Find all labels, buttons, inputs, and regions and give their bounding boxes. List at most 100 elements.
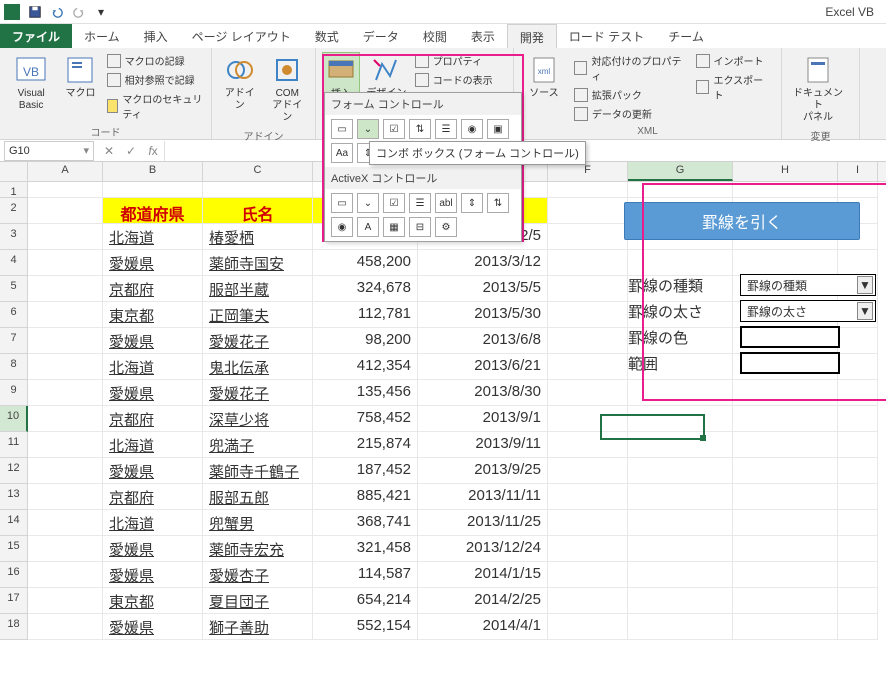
cell[interactable]: 愛媛花子 <box>203 328 313 354</box>
cell[interactable]: 愛媛県 <box>103 250 203 276</box>
form-optionbutton[interactable]: ◉ <box>461 119 483 139</box>
cell[interactable]: 北海道 <box>103 224 203 250</box>
col-B[interactable]: B <box>103 162 203 181</box>
ax-textbox[interactable]: abl <box>435 193 457 213</box>
cell[interactable]: 椿愛栖 <box>203 224 313 250</box>
xml-export-button[interactable]: エクスポート <box>694 71 775 103</box>
cell[interactable] <box>733 614 838 640</box>
cell[interactable]: 2013/9/1 <box>418 406 548 432</box>
cell[interactable]: 2013/12/24 <box>418 536 548 562</box>
cell[interactable]: 458,200 <box>313 250 418 276</box>
cell[interactable]: 2013/3/12 <box>418 250 548 276</box>
cell[interactable]: 服部五郎 <box>203 484 313 510</box>
cell[interactable] <box>28 354 103 380</box>
cell[interactable] <box>628 536 733 562</box>
cell[interactable]: 552,154 <box>313 614 418 640</box>
addins-button[interactable]: アドイン <box>218 52 262 114</box>
cell[interactable]: 187,452 <box>313 458 418 484</box>
name-box[interactable]: G10▾ <box>4 141 94 161</box>
range-box[interactable] <box>740 352 840 374</box>
ax-togglebutton[interactable]: ⊟ <box>409 217 431 237</box>
col-I[interactable]: I <box>838 162 878 181</box>
ax-spinbutton[interactable]: ⇅ <box>487 193 509 213</box>
cell[interactable]: 薬師寺宏充 <box>203 536 313 562</box>
cell[interactable]: 薬師寺国安 <box>203 250 313 276</box>
tab-file[interactable]: ファイル <box>0 24 72 48</box>
draw-borders-button[interactable]: 罫線を引く <box>624 202 860 240</box>
cell[interactable]: 愛媛県 <box>103 614 203 640</box>
ax-morecontrols[interactable]: ⚙ <box>435 217 457 237</box>
cell[interactable] <box>548 250 628 276</box>
cell[interactable]: 愛媛花子 <box>203 380 313 406</box>
cell[interactable]: 北海道 <box>103 354 203 380</box>
cell[interactable] <box>28 224 103 250</box>
cell[interactable]: 368,741 <box>313 510 418 536</box>
cell[interactable]: 2013/11/25 <box>418 510 548 536</box>
cell[interactable]: 114,587 <box>313 562 418 588</box>
cell[interactable]: 2013/5/5 <box>418 276 548 302</box>
cell[interactable]: 東京都 <box>103 588 203 614</box>
cell[interactable] <box>838 380 878 406</box>
cell[interactable]: 654,214 <box>313 588 418 614</box>
cell[interactable] <box>548 484 628 510</box>
cell[interactable] <box>28 328 103 354</box>
cell[interactable]: 愛媛県 <box>103 458 203 484</box>
cell[interactable]: 2013/9/25 <box>418 458 548 484</box>
cell[interactable]: 2014/1/15 <box>418 562 548 588</box>
ax-checkbox[interactable]: ☑ <box>383 193 405 213</box>
cell[interactable] <box>838 614 878 640</box>
cell[interactable]: 2013/5/30 <box>418 302 548 328</box>
cell[interactable] <box>628 484 733 510</box>
cell[interactable] <box>838 510 878 536</box>
row-14[interactable]: 14 <box>0 510 28 536</box>
enter-button[interactable]: ✓ <box>120 141 142 161</box>
tab-data[interactable]: データ <box>351 24 411 48</box>
macro-security-button[interactable]: マクロのセキュリティ <box>105 90 205 122</box>
cell[interactable] <box>733 562 838 588</box>
row-1[interactable]: 1 <box>0 182 28 198</box>
cell[interactable]: 112,781 <box>313 302 418 328</box>
cell[interactable] <box>838 432 878 458</box>
form-checkbox[interactable]: ☑ <box>383 119 405 139</box>
row-12[interactable]: 12 <box>0 458 28 484</box>
cell[interactable] <box>733 380 838 406</box>
row-18[interactable]: 18 <box>0 614 28 640</box>
cell[interactable] <box>548 380 628 406</box>
map-properties-button[interactable]: 対応付けのプロパティ <box>572 52 690 84</box>
cell[interactable]: 2013/9/11 <box>418 432 548 458</box>
col-G[interactable]: G <box>628 162 733 181</box>
row-17[interactable]: 17 <box>0 588 28 614</box>
cell[interactable]: 愛媛県 <box>103 328 203 354</box>
cell[interactable]: 885,421 <box>313 484 418 510</box>
cell[interactable]: 愛媛杏子 <box>203 562 313 588</box>
cell[interactable] <box>28 432 103 458</box>
cell[interactable]: 深草少将 <box>203 406 313 432</box>
cell[interactable] <box>733 458 838 484</box>
ax-image[interactable]: ▦ <box>383 217 405 237</box>
cancel-button[interactable]: ✕ <box>98 141 120 161</box>
cell[interactable]: 412,354 <box>313 354 418 380</box>
qat-undo[interactable] <box>46 2 68 22</box>
cell[interactable] <box>628 510 733 536</box>
cell[interactable] <box>548 588 628 614</box>
select-all-corner[interactable] <box>0 162 28 181</box>
cell[interactable]: 2014/4/1 <box>418 614 548 640</box>
cell[interactable]: 2014/2/25 <box>418 588 548 614</box>
fx-button[interactable]: fx <box>142 141 164 161</box>
line-color-box[interactable] <box>740 326 840 348</box>
line-type-combo[interactable]: 罫線の種類▼ <box>740 274 876 296</box>
ax-optionbutton[interactable]: ◉ <box>331 217 353 237</box>
cell[interactable] <box>733 484 838 510</box>
cell[interactable] <box>548 432 628 458</box>
name-box-dropdown-icon[interactable]: ▾ <box>83 144 89 157</box>
cell[interactable] <box>548 328 628 354</box>
cell[interactable] <box>28 406 103 432</box>
tab-home[interactable]: ホーム <box>72 24 132 48</box>
cell[interactable]: 2013/8/30 <box>418 380 548 406</box>
cell[interactable]: 215,874 <box>313 432 418 458</box>
row-4[interactable]: 4 <box>0 250 28 276</box>
qat-save[interactable] <box>24 2 46 22</box>
tab-formulas[interactable]: 数式 <box>303 24 351 48</box>
cell[interactable]: 2013/6/21 <box>418 354 548 380</box>
row-10[interactable]: 10 <box>0 406 28 432</box>
